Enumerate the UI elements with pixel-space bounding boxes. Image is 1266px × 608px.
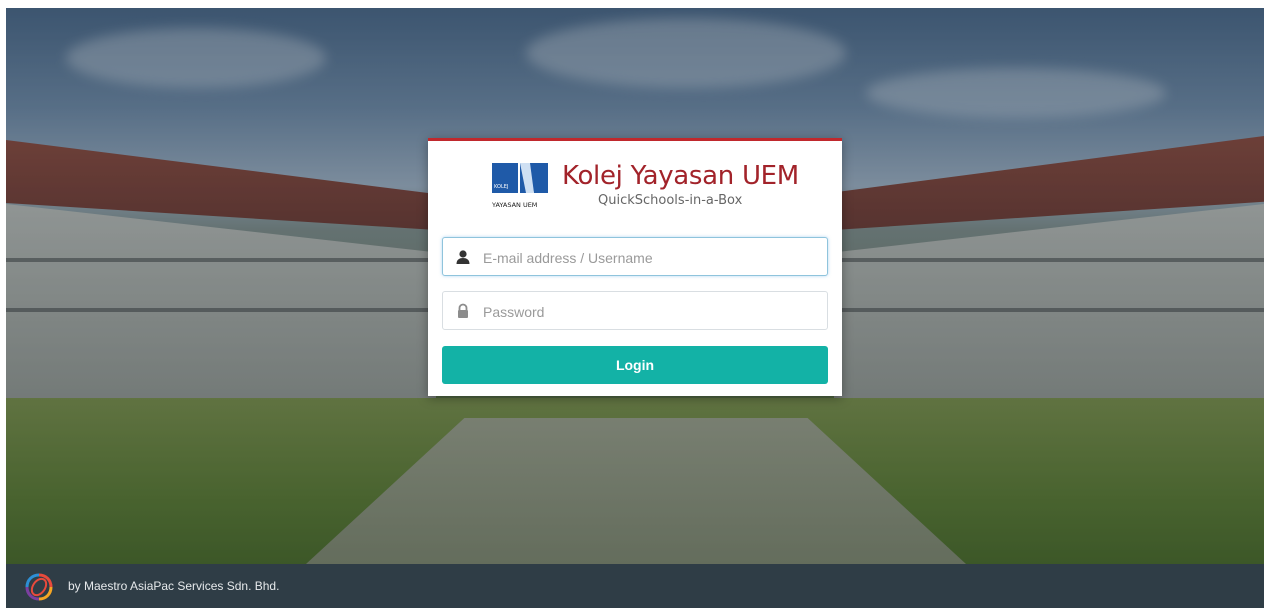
footer-credit-text: by Maestro AsiaPac Services Sdn. Bhd. <box>68 579 280 593</box>
password-input[interactable] <box>481 298 815 326</box>
login-button[interactable]: Login <box>442 346 828 384</box>
svg-text:YAYASAN UEM: YAYASAN UEM <box>491 201 537 209</box>
brand-header: KOLEJ YAYASAN UEM Kolej Yayasan UEM Quic… <box>490 157 799 215</box>
username-input[interactable] <box>481 244 815 272</box>
login-card: KOLEJ YAYASAN UEM Kolej Yayasan UEM Quic… <box>428 138 842 396</box>
product-subtitle: QuickSchools-in-a-Box <box>598 193 743 208</box>
lock-icon <box>458 303 468 318</box>
maestro-logo-icon <box>25 573 53 601</box>
user-icon <box>456 250 470 264</box>
footer-bar: by Maestro AsiaPac Services Sdn. Bhd. <box>6 564 1264 608</box>
password-field[interactable] <box>442 291 828 330</box>
school-name: Kolej Yayasan UEM <box>562 161 799 191</box>
username-field[interactable] <box>442 237 828 276</box>
kolej-yayasan-uem-logo: KOLEJ YAYASAN UEM <box>491 163 548 209</box>
svg-text:KOLEJ: KOLEJ <box>494 184 508 190</box>
